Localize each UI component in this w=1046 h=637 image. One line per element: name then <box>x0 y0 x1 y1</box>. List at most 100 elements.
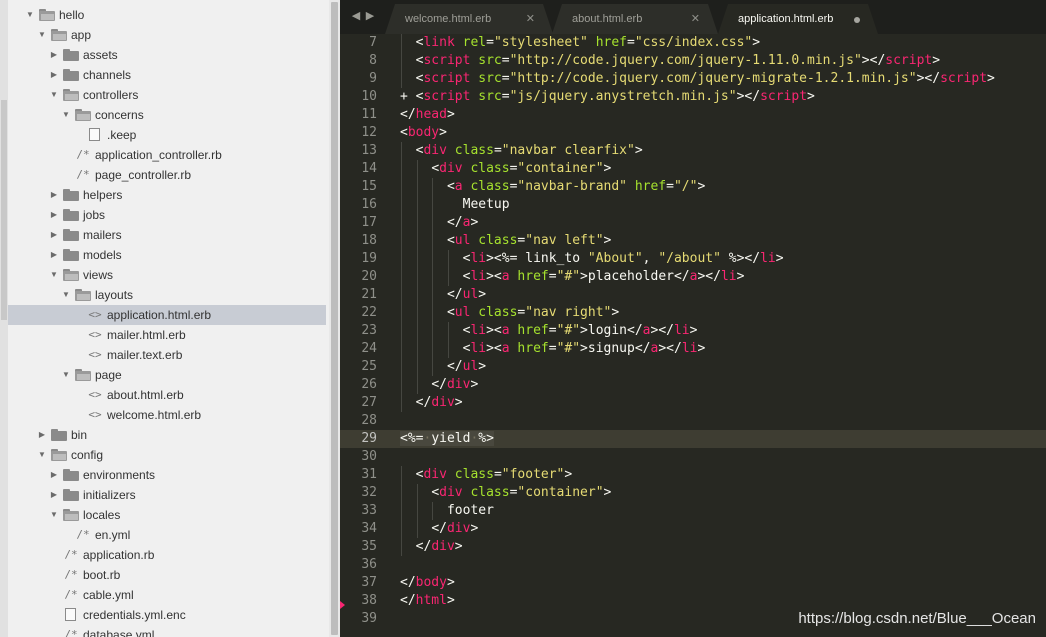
tab-about.html.erb[interactable]: about.html.erb ✕ <box>552 4 718 34</box>
tree-folder-assets[interactable]: ▶ assets <box>8 45 326 65</box>
code-token: li <box>760 251 776 266</box>
code-line[interactable]: 25 </ul> <box>340 358 1046 376</box>
tree-folder-environments[interactable]: ▶ environments <box>8 465 326 485</box>
code-line[interactable]: 36 <box>340 556 1046 574</box>
disclosure-open-icon[interactable]: ▼ <box>49 505 59 525</box>
tree-file-application.rb[interactable]: /* application.rb <box>8 545 326 565</box>
disclosure-open-icon[interactable]: ▼ <box>61 365 71 385</box>
close-icon[interactable]: ✕ <box>691 4 700 34</box>
disclosure-open-icon[interactable]: ▼ <box>37 25 47 45</box>
code-line[interactable]: 11 </head> <box>340 106 1046 124</box>
disclosure-open-icon[interactable]: ▼ <box>49 85 59 105</box>
tree-folder-app[interactable]: ▼ app <box>8 25 326 45</box>
tree-folder-controllers[interactable]: ▼ controllers <box>8 85 326 105</box>
code-line[interactable]: 24 <li><a href="#">signup</a></li> <box>340 340 1046 358</box>
code-line[interactable]: 27 </div> <box>340 394 1046 412</box>
tree-folder-channels[interactable]: ▶ channels <box>8 65 326 85</box>
tab-welcome.html.erb[interactable]: welcome.html.erb ✕ <box>385 4 553 34</box>
code-line[interactable]: 16 Meetup <box>340 196 1046 214</box>
unsaved-dot-icon[interactable] <box>854 17 860 23</box>
code-line[interactable]: 10 + <script src="js/jquery.anystretch.mi… <box>340 88 1046 106</box>
sidebar-scrollbar[interactable] <box>329 0 340 637</box>
tab-application.html.erb[interactable]: application.html.erb <box>718 4 878 34</box>
tree-file-credentials.yml.enc[interactable]: credentials.yml.enc <box>8 605 326 625</box>
code-area[interactable]: 7 <link rel="stylesheet" href="css/index… <box>340 34 1046 637</box>
tree-folder-mailers[interactable]: ▶ mailers <box>8 225 326 245</box>
disclosure-open-icon[interactable]: ▼ <box>25 5 35 25</box>
tree-folder-models[interactable]: ▶ models <box>8 245 326 265</box>
tree-folder-jobs[interactable]: ▶ jobs <box>8 205 326 225</box>
tree-folder-helpers[interactable]: ▶ helpers <box>8 185 326 205</box>
tree-file-cable.yml[interactable]: /* cable.yml <box>8 585 326 605</box>
tree-file-mailer.text.erb[interactable]: <> mailer.text.erb <box>8 345 326 365</box>
disclosure-closed-icon[interactable]: ▶ <box>49 65 59 85</box>
close-icon[interactable]: ✕ <box>526 4 535 34</box>
tree-file-application_controller.rb[interactable]: /* application_controller.rb <box>8 145 326 165</box>
disclosure-closed-icon[interactable]: ▶ <box>37 425 47 445</box>
code-line[interactable]: 21 </ul> <box>340 286 1046 304</box>
disclosure-closed-icon[interactable]: ▶ <box>49 45 59 65</box>
code-line[interactable]: 19 <li><%= link_to "About", "/about" %><… <box>340 250 1046 268</box>
code-line[interactable]: 7 <link rel="stylesheet" href="css/index… <box>340 34 1046 52</box>
code-line[interactable]: 32 <div class="container"> <box>340 484 1046 502</box>
code-line[interactable]: 37 </body> <box>340 574 1046 592</box>
code-line[interactable]: 31 <div class="footer"> <box>340 466 1046 484</box>
tree-file-boot.rb[interactable]: /* boot.rb <box>8 565 326 585</box>
code-line[interactable]: 22 <ul class="nav right"> <box>340 304 1046 322</box>
code-line[interactable]: 35 </div> <box>340 538 1046 556</box>
tree-file-welcome.html.erb[interactable]: <> welcome.html.erb <box>8 405 326 425</box>
sidebar-left-strip-thumb[interactable] <box>1 100 7 320</box>
code-token: ul <box>454 305 471 320</box>
tree-folder-page[interactable]: ▼ page <box>8 365 326 385</box>
tab-nav-forward-icon[interactable]: ▶ <box>364 9 376 23</box>
disclosure-open-icon[interactable]: ▼ <box>37 445 47 465</box>
tree-folder-views[interactable]: ▼ views <box>8 265 326 285</box>
disclosure-closed-icon[interactable]: ▶ <box>49 205 59 225</box>
code-line[interactable]: 29 <%=·yield·%> <box>340 430 1046 448</box>
disclosure-open-icon[interactable]: ▼ <box>61 105 71 125</box>
line-number: 17 <box>361 215 377 230</box>
code-line[interactable]: 8 <script src="http://code.jquery.com/jq… <box>340 52 1046 70</box>
code-token: class <box>470 485 510 500</box>
disclosure-closed-icon[interactable]: ▶ <box>49 245 59 265</box>
tree-file-en.yml[interactable]: /* en.yml <box>8 525 326 545</box>
disclosure-closed-icon[interactable]: ▶ <box>49 225 59 245</box>
tree-folder-hello[interactable]: ▼ hello <box>8 5 326 25</box>
code-line[interactable]: 30 <box>340 448 1046 466</box>
code-line[interactable]: 20 <li><a href="#">placeholder</a></li> <box>340 268 1046 286</box>
tree-folder-concerns[interactable]: ▼ concerns <box>8 105 326 125</box>
tree-item-label: database.yml <box>83 628 155 637</box>
code-line[interactable]: 9 <script src="http://code.jquery.com/jq… <box>340 70 1046 88</box>
tree-folder-locales[interactable]: ▼ locales <box>8 505 326 525</box>
tree-file-application.html.erb[interactable]: <> application.html.erb <box>8 305 326 325</box>
sidebar-scrollbar-thumb[interactable] <box>331 2 338 635</box>
tree-folder-config[interactable]: ▼ config <box>8 445 326 465</box>
code-line[interactable]: 26 </div> <box>340 376 1046 394</box>
disclosure-open-icon[interactable]: ▼ <box>61 285 71 305</box>
tree-file-database.yml[interactable]: /* database.yml <box>8 625 326 637</box>
tree-folder-layouts[interactable]: ▼ layouts <box>8 285 326 305</box>
code-line[interactable]: 14 <div class="container"> <box>340 160 1046 178</box>
disclosure-closed-icon[interactable]: ▶ <box>49 185 59 205</box>
tree-file-mailer.html.erb[interactable]: <> mailer.html.erb <box>8 325 326 345</box>
code-line[interactable]: 34 </div> <box>340 520 1046 538</box>
code-line[interactable]: 38 </html> <box>340 592 1046 610</box>
tree-file-.keep[interactable]: .keep <box>8 125 326 145</box>
tree-folder-bin[interactable]: ▶ bin <box>8 425 326 445</box>
tree-file-about.html.erb[interactable]: <> about.html.erb <box>8 385 326 405</box>
disclosure-open-icon[interactable]: ▼ <box>49 265 59 285</box>
line-number: 7 <box>369 35 377 50</box>
code-line[interactable]: 23 <li><a href="#">login</a></li> <box>340 322 1046 340</box>
tab-nav-back-icon[interactable]: ◀ <box>350 9 362 23</box>
tree-file-page_controller.rb[interactable]: /* page_controller.rb <box>8 165 326 185</box>
code-line[interactable]: 18 <ul class="nav left"> <box>340 232 1046 250</box>
tree-folder-initializers[interactable]: ▶ initializers <box>8 485 326 505</box>
code-line[interactable]: 13 <div class="navbar clearfix"> <box>340 142 1046 160</box>
code-line[interactable]: 17 </a> <box>340 214 1046 232</box>
code-line[interactable]: 33 footer <box>340 502 1046 520</box>
code-line[interactable]: 28 <box>340 412 1046 430</box>
code-line[interactable]: 15 <a class="navbar-brand" href="/"> <box>340 178 1046 196</box>
disclosure-closed-icon[interactable]: ▶ <box>49 485 59 505</box>
code-line[interactable]: 12 <body> <box>340 124 1046 142</box>
disclosure-closed-icon[interactable]: ▶ <box>49 465 59 485</box>
